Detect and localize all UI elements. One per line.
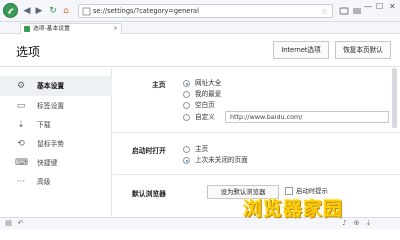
sidebar-item-shortcuts[interactable]: ⌨ 快捷键 — [0, 153, 112, 173]
sidebar-item-label: 标签设置 — [37, 102, 65, 110]
default-browser-label: 默认浏览器 — [132, 190, 166, 198]
minimize-button[interactable]: — — [364, 2, 372, 12]
sidebar-item-label: 快捷键 — [37, 159, 58, 167]
tab-close-icon[interactable]: × — [113, 24, 118, 34]
internet-options-button[interactable]: Internet选项 — [273, 41, 329, 59]
bookmark-star-icon[interactable]: ☆ — [321, 6, 328, 17]
sidebar-toggle-icon[interactable]: ▤ — [4, 219, 13, 228]
history-icon[interactable]: ↶ — [16, 219, 25, 228]
radio-selected[interactable] — [183, 157, 190, 164]
sidebar-item-label: 高级 — [37, 178, 51, 186]
keyboard-icon: ⌨ — [15, 158, 28, 168]
tab-strip: 选项-基本设置 × — [0, 22, 400, 34]
address-url: se://settings/?category=general — [93, 7, 199, 15]
radio-label: 空白页 — [195, 101, 215, 109]
watermark-logo: 浏览器家园 — [243, 198, 344, 220]
radio[interactable] — [183, 146, 190, 153]
sidebar-item-download[interactable]: ⇣ 下载 — [0, 115, 112, 135]
page-header: 选项 Internet选项 恢复本页默认 — [0, 35, 400, 67]
sidebar-item-tabs[interactable]: ▭ 标签设置 — [0, 96, 112, 116]
radio-label: 主页 — [195, 145, 209, 153]
sidebar-item-mouse-gestures[interactable]: ⟲ 鼠标手势 — [0, 134, 112, 154]
section-divider — [113, 132, 400, 133]
sidebar-item-label: 鼠标手势 — [37, 140, 65, 148]
radio[interactable] — [183, 91, 190, 98]
radio-selected[interactable] — [183, 80, 190, 87]
mouse-gesture-icon: ⟲ — [17, 139, 25, 149]
back-button[interactable]: ◀ — [22, 5, 32, 17]
close-window-button[interactable]: ✕ — [389, 2, 396, 12]
startup-label: 启动时打开 — [132, 147, 166, 155]
tab-settings[interactable]: 选项-基本设置 × — [20, 23, 122, 34]
browser-toolbar: ◀ ▶ ↻ ⌂ se://settings/?category=general … — [0, 0, 400, 22]
radio[interactable] — [183, 102, 190, 109]
radio[interactable] — [183, 114, 190, 121]
download-icon: ⇣ — [17, 120, 25, 130]
settings-tab-icon — [24, 26, 30, 32]
sidebar-item-advanced[interactable]: ··· 高级 — [0, 172, 112, 192]
restore-defaults-button[interactable]: 恢复本页默认 — [335, 41, 391, 59]
custom-homepage-input[interactable]: http://www.baidu.com/ — [225, 111, 389, 123]
forward-button[interactable]: ▶ — [34, 5, 44, 17]
download-status-icon[interactable]: ⇣ — [364, 219, 373, 228]
maximize-button[interactable]: ☐ — [376, 2, 383, 12]
address-bar[interactable]: se://settings/?category=general ☆ — [78, 4, 333, 18]
radio-label: 自定义 — [195, 113, 215, 121]
tab-label: 选项-基本设置 — [33, 26, 70, 32]
radio-label: 我的最爱 — [195, 90, 222, 98]
scrollbar-thumb[interactable] — [392, 68, 397, 128]
zoom-icon[interactable]: ⊕ — [352, 219, 361, 228]
section-divider — [113, 174, 400, 175]
menu-icon[interactable] — [352, 6, 362, 16]
sidebar-item-label: 下载 — [37, 121, 51, 129]
browser-logo-icon[interactable] — [3, 3, 18, 18]
page-title: 选项 — [16, 45, 41, 59]
gear-icon: ⚙ — [16, 81, 26, 91]
radio-label: 网址大全 — [195, 79, 222, 87]
page-icon — [82, 7, 91, 16]
sidebar-item-label: 基本设置 — [37, 82, 65, 90]
settings-sidebar: ⚙ 基本设置 ▭ 标签设置 ⇣ 下载 ⟲ 鼠标手势 ⌨ 快捷键 ··· 高级 — [0, 68, 112, 216]
home-icon[interactable]: ⌂ — [61, 5, 71, 17]
radio-label: 上次未关闭的页面 — [195, 156, 248, 164]
extension-icon[interactable] — [339, 6, 349, 16]
homepage-label: 主页 — [152, 81, 166, 89]
tab-icon: ▭ — [16, 101, 26, 111]
more-icon: ··· — [16, 177, 26, 187]
sidebar-item-basic[interactable]: ⚙ 基本设置 — [0, 76, 112, 96]
reload-button[interactable]: ↻ — [47, 5, 59, 17]
